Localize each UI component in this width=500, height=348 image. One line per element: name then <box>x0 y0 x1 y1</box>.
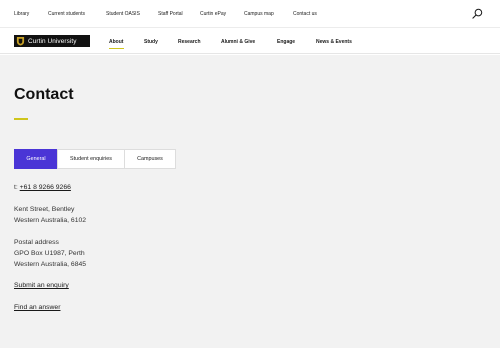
util-link-staff-portal[interactable]: Staff Portal <box>158 11 183 17</box>
util-link-student-oasis[interactable]: Student OASIS <box>106 11 140 17</box>
contact-tabs: General Student enquiries Campuses <box>14 149 176 169</box>
nav-news-events[interactable]: News & Events <box>316 39 352 45</box>
nav-study[interactable]: Study <box>144 39 158 45</box>
util-link-campus-map[interactable]: Campus map <box>244 11 274 17</box>
page-title: Contact <box>14 86 74 103</box>
nav-research[interactable]: Research <box>178 39 201 45</box>
logo-text: Curtin University <box>28 37 77 45</box>
postal-address-line1: GPO Box U1987, Perth <box>14 250 85 257</box>
tab-general[interactable]: General <box>14 149 58 169</box>
phone-line: t: +61 8 9266 9266 <box>14 184 71 191</box>
find-answer-link[interactable]: Find an answer <box>14 304 60 311</box>
shield-crest-icon <box>16 36 25 46</box>
tab-campuses[interactable]: Campuses <box>124 149 176 169</box>
nav-about[interactable]: About <box>109 39 123 45</box>
main-navigation: Curtin University About Study Research A… <box>0 28 500 54</box>
nav-alumni-give[interactable]: Alumni & Give <box>221 39 255 45</box>
active-nav-indicator <box>109 48 124 50</box>
submit-enquiry-link[interactable]: Submit an enquiry <box>14 282 69 289</box>
street-address-line2: Western Australia, 6102 <box>14 217 87 224</box>
title-accent-bar <box>14 118 28 120</box>
curtin-logo[interactable]: Curtin University <box>14 35 90 47</box>
search-icon[interactable] <box>472 8 483 19</box>
street-address-line1: Kent Street, Bentley <box>14 206 75 213</box>
util-link-curtin-epay[interactable]: Curtin ePay <box>200 11 226 17</box>
postal-address-line2: Western Australia, 6845 <box>14 261 87 268</box>
util-link-current-students[interactable]: Current students <box>48 11 85 17</box>
util-link-contact-us[interactable]: Contact us <box>293 11 317 17</box>
phone-prefix: t: <box>14 184 18 191</box>
content-area <box>0 55 500 348</box>
tab-student-enquiries[interactable]: Student enquiries <box>57 149 125 169</box>
phone-link[interactable]: +61 8 9266 9266 <box>20 184 71 191</box>
postal-address-heading: Postal address <box>14 239 59 246</box>
nav-engage[interactable]: Engage <box>277 39 295 45</box>
util-link-library[interactable]: Library <box>14 11 29 17</box>
utility-bar: Library Current students Student OASIS S… <box>0 0 500 28</box>
